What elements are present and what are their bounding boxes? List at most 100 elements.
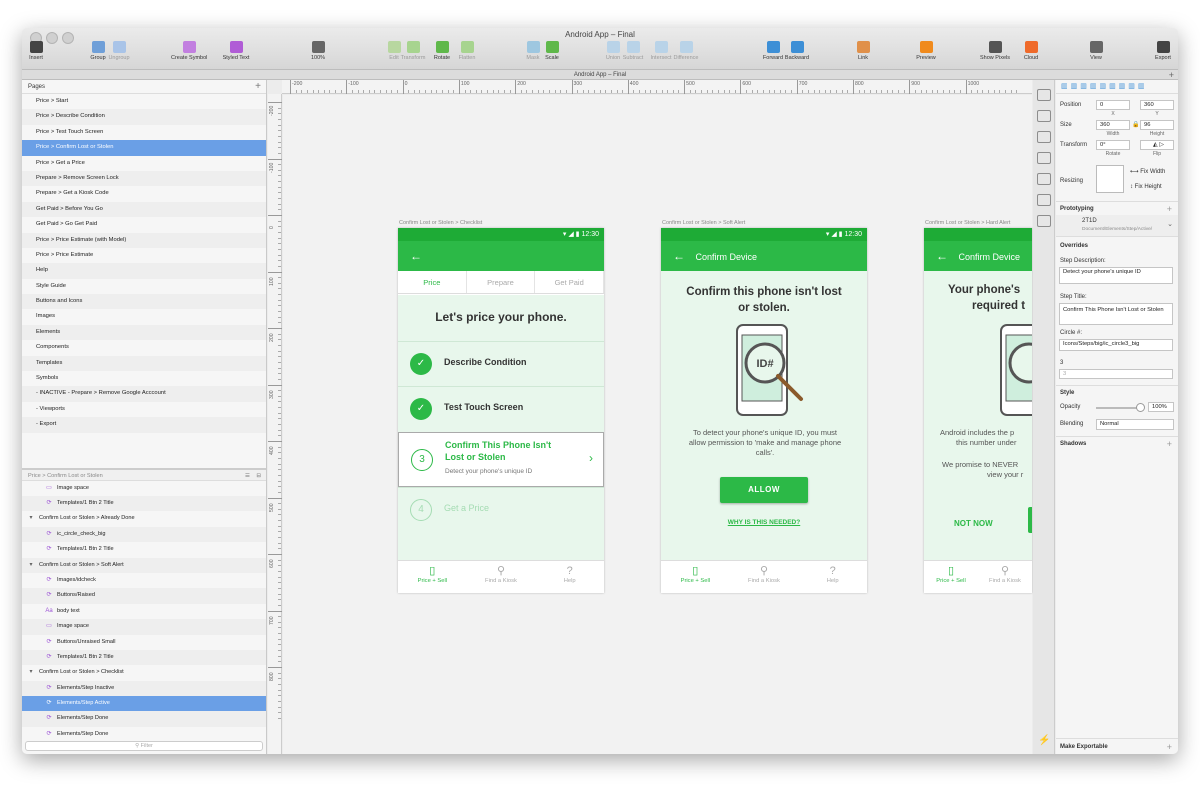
allow-button[interactable]: ALLOW [720,477,808,503]
page-item[interactable]: - INACTIVE - Prepare > Remove Google Acc… [22,386,266,402]
tab-prepare[interactable]: Prepare [467,271,536,293]
layer-item[interactable]: ⟳ Elements/Step Done [22,727,266,742]
page-item[interactable]: Elements [22,324,266,341]
back-arrow-icon[interactable]: ← [410,249,422,263]
page-item[interactable]: Help [22,263,266,279]
toolbar-view-button[interactable]: View [1078,41,1114,69]
make-exportable-section[interactable]: Make Exportable + [1056,738,1178,754]
page-item[interactable]: Price > Price Estimate [22,248,266,263]
step-title-input[interactable]: Confirm This Phone Isn't Lost or Stolen [1059,303,1173,325]
nav-price-sell[interactable]: ▯ Price + Sell [924,561,978,593]
layer-item[interactable]: ⟳ Buttons/Unraised Small [22,635,266,650]
fix-height-option[interactable]: ↕ Fix Height [1130,184,1162,190]
toolbar-scale-button[interactable]: Scale [534,41,570,69]
tab-get-paid[interactable]: Get Paid [535,271,604,293]
nav-find-kiosk[interactable]: ⚲ Find a Kiosk [467,561,536,593]
page-item[interactable]: Buttons and Icons [22,294,266,310]
artboard-label-checklist[interactable]: Confirm Lost or Stolen > Checklist [399,220,482,226]
artboard-layer[interactable]: ▾ Confirm Lost or Stolen > Checklist [22,665,266,680]
layers-icon[interactable] [1036,131,1051,143]
toolbar-cloud-button[interactable]: Cloud [1013,41,1049,69]
align-icons[interactable]: ▥▥▥▥▥▥▥▥▥ [1061,82,1148,90]
number-input[interactable]: 3 [1059,369,1173,379]
toolbar-ungroup-button[interactable]: Ungroup [101,41,137,69]
page-item[interactable]: Prepare > Remove Screen Lock [22,170,266,187]
nav-find-kiosk[interactable]: ⚲ Find a Kiosk [978,561,1032,593]
page-item[interactable]: Get Paid > Go Get Paid [22,217,266,232]
add-export-icon[interactable]: + [1167,739,1172,754]
toolbar-insert-button[interactable]: Insert [22,41,54,69]
position-x-input[interactable]: 0 [1096,100,1130,110]
artboard-layer[interactable]: ▾ Confirm Lost or Stolen > Already Done [22,511,266,526]
height-input[interactable]: 96 [1140,120,1174,130]
add-tab-icon[interactable]: + [1169,70,1174,80]
resizing-widget[interactable] [1096,165,1124,193]
layer-item[interactable]: ⟳ Buttons/Raised [22,588,266,604]
page-item[interactable]: Symbols [22,371,266,386]
not-now-button[interactable]: NOT NOW [954,519,993,528]
nav-help[interactable]: ? Help [798,561,867,593]
artboard-checklist[interactable]: ▾ ◢ ▮ 12:30 ← Price Prepare Get Paid Let… [398,228,604,593]
disclosure-triangle-icon[interactable]: ▾ [26,665,36,680]
rotate-input[interactable]: 0° [1096,140,1130,150]
prototyping-section[interactable]: Prototyping + [1056,201,1178,215]
artboard-label-hard-alert[interactable]: Confirm Lost or Stolen > Hard Alert [925,220,1032,226]
opacity-slider[interactable] [1096,407,1140,409]
toolbar-link-button[interactable]: Link [845,41,881,69]
step-active[interactable]: 3 Confirm This Phone Isn't Lost or Stole… [398,432,604,487]
layer-item[interactable]: ⟳ Templates/1 Btn 2 Title [22,542,266,557]
page-item[interactable]: Templates [22,355,266,372]
toolbar-show-pixels-button[interactable]: Show Pixels [977,41,1013,69]
resize-icon[interactable] [1036,194,1051,206]
page-item[interactable]: Style Guide [22,279,266,294]
text-style-icon[interactable] [1036,152,1051,164]
page-item[interactable]: Price > Price Estimate (with Model) [22,232,266,248]
circle-select[interactable]: Icons/Steps/big/ic_circle3_big [1059,339,1173,351]
toolbar-difference-button[interactable]: Difference [668,41,704,69]
layer-item[interactable]: Aa body text [22,604,266,619]
page-item[interactable]: Images [22,309,266,324]
layer-item[interactable]: ⟳ Templates/1 Btn 2 Title [22,495,266,512]
disclosure-triangle-icon[interactable]: ▾ [26,511,36,526]
add-shadow-icon[interactable]: + [1167,437,1172,451]
add-page-icon[interactable]: + [255,80,261,94]
tab-price[interactable]: Price [398,271,467,293]
shadows-section[interactable]: Shadows + [1056,436,1178,450]
layer-item[interactable]: ⟳ Images/idcheck [22,573,266,588]
symbol-icon[interactable] [1036,89,1051,101]
opacity-slider-knob[interactable] [1136,403,1145,412]
chevron-down-icon[interactable]: ⌄ [1167,220,1173,228]
layer-item[interactable]: ⟳ Elements/Step Inactive [22,680,266,697]
layer-item[interactable]: ⟳ Elements/Step Done [22,711,266,727]
toolbar-export-button[interactable]: Export [1145,41,1178,69]
back-arrow-icon[interactable]: ← [936,249,948,263]
page-item[interactable]: - Export [22,417,266,433]
page-item[interactable]: Price > Start [22,94,266,109]
color-icon[interactable] [1036,173,1051,185]
vertical-ruler[interactable]: -200 -100 0 100 200 300 400 500 600 700 800 [268,94,282,754]
symbol-selector[interactable]: 2T1D Document/Elements/Step/Active/ ⌄ [1056,215,1178,237]
page-item[interactable]: Components [22,340,266,355]
toolbar-backward-button[interactable]: Backward [779,41,815,69]
width-input[interactable]: 360 [1096,120,1130,130]
fix-width-option[interactable]: ⟷ Fix Width [1130,168,1165,175]
blending-select[interactable]: Normal [1096,419,1174,430]
nav-price-sell[interactable]: ▯ Price + Sell [661,561,730,593]
step-done-2[interactable]: ✓ Test Touch Screen [398,386,604,431]
add-prototype-icon[interactable]: + [1167,202,1172,216]
artboard-hard-alert[interactable]: ← Confirm Device Your phone's required t… [924,228,1032,593]
page-item[interactable]: Price > Test Touch Screen [22,125,266,140]
opacity-input[interactable]: 100% [1148,402,1174,412]
layer-item[interactable]: ▭ Image space [22,619,266,635]
lock-icon[interactable]: 🔒 [1132,121,1139,128]
page-item[interactable]: Price > Describe Condition [22,109,266,125]
toolbar-flatten-button[interactable]: Flatten [449,41,485,69]
page-item[interactable]: Prepare > Get a Kiosk Code [22,186,266,201]
export-icon[interactable] [1036,110,1051,122]
nav-find-kiosk[interactable]: ⚲ Find a Kiosk [730,561,799,593]
position-y-input[interactable]: 360 [1140,100,1174,110]
toolbar-styled-text-button[interactable]: Styled Text [218,41,254,69]
nav-price-sell[interactable]: ▯ Price + Sell [398,561,467,593]
filter-input[interactable]: ⚲ Filter [25,741,263,751]
layer-item[interactable]: ▭ Image space [22,481,266,496]
